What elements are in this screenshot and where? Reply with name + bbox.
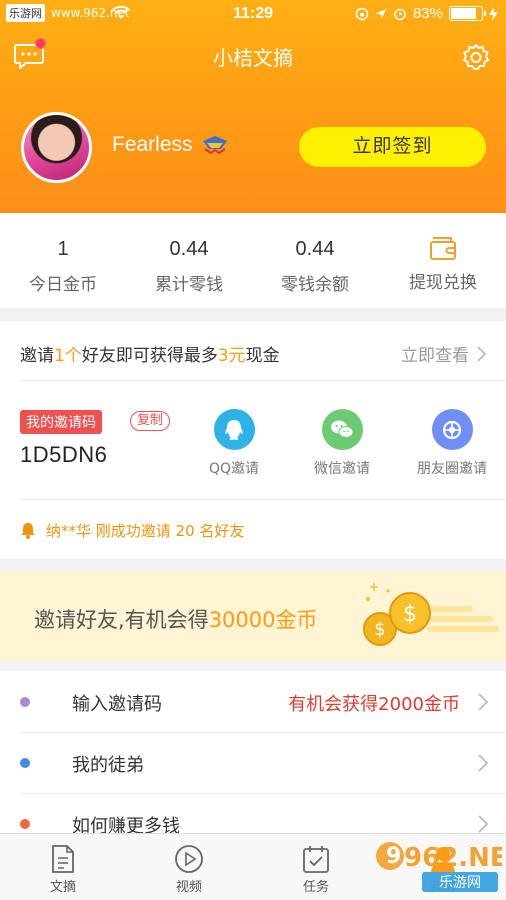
status-right: 83% (355, 5, 498, 22)
headline-count: 1个 (54, 346, 82, 366)
stat-withdraw[interactable]: 提现兑换 (380, 213, 506, 293)
article-icon (52, 845, 74, 873)
stat-label: 今日金币 (29, 275, 97, 295)
charging-icon (489, 6, 498, 21)
tab-video[interactable]: 视频 (126, 834, 252, 895)
stat-balance[interactable]: 0.44 零钱余额 (252, 213, 378, 295)
stats-panel: 1 今日金币 0.44 累计零钱 0.44 零钱余额 提现兑换 (0, 213, 506, 308)
stat-total-change[interactable]: 0.44 累计零钱 (126, 213, 252, 295)
share-qq-button[interactable]: QQ邀请 (184, 409, 284, 478)
share-wechat-button[interactable]: 微信邀请 (292, 409, 392, 478)
gear-icon[interactable] (462, 43, 490, 71)
stat-value: 1 (57, 238, 69, 260)
banner-text-highlight: 30000金币 (208, 608, 318, 632)
app-screen: 乐游网 www.962.net 11:29 83% 小桔文摘 Fearless … (0, 0, 506, 900)
stat-label: 累计零钱 (155, 275, 223, 295)
tab-label: 文摘 (49, 880, 76, 895)
menu-promo: 有机会获得2000金币 (288, 694, 460, 715)
copy-button[interactable]: 复制 (130, 411, 171, 431)
menu-label: 我的徒弟 (72, 755, 144, 776)
task-icon (303, 846, 329, 873)
stat-today-coins[interactable]: 1 今日金币 (0, 213, 126, 295)
profile-header: 乐游网 www.962.net 11:29 83% 小桔文摘 Fearless … (0, 0, 506, 213)
chevron-right-icon (478, 754, 488, 772)
tab-tasks[interactable]: 任务 (253, 834, 379, 895)
qq-icon (213, 409, 255, 450)
view-now-link[interactable]: 立即查看 (401, 341, 486, 366)
watermark-text: 962.NET (404, 843, 502, 873)
alarm-icon (394, 8, 406, 20)
wechat-icon (321, 409, 363, 450)
site-watermark-logo: 9 962.NET 乐游网 (376, 842, 502, 892)
invite-code-tag: 我的邀请码 (20, 410, 102, 434)
stat-value: 0.44 (169, 238, 209, 260)
chevron-right-icon (477, 345, 486, 362)
rotation-lock-icon (355, 7, 369, 20)
menu-dot (20, 697, 30, 707)
menu-item-enter-code[interactable]: 输入邀请码 有机会获得2000金币 (0, 671, 506, 732)
divider (20, 380, 506, 381)
banner-text-main: 邀请好友,有机会得 (34, 608, 209, 632)
invite-headline: 邀请1个好友即可获得最多3元现金 (20, 341, 280, 366)
tab-label: 任务 (302, 880, 329, 895)
menu-dot (20, 819, 30, 829)
stat-label: 零钱余额 (281, 275, 349, 295)
avatar[interactable] (21, 112, 92, 183)
headline-text: 好友即可获得最多 (81, 346, 218, 366)
menu-item-apprentices[interactable]: 我的徒弟 (0, 732, 506, 793)
headline-amount: 3元 (217, 346, 246, 366)
share-label: QQ邀请 (208, 461, 260, 477)
menu-dot (20, 758, 30, 768)
wallet-icon (430, 237, 456, 260)
video-icon (175, 845, 203, 873)
svg-text:9: 9 (386, 844, 401, 869)
bell-icon (21, 523, 35, 539)
banner-text: 邀请好友,有机会得30000金币 (34, 604, 318, 634)
tab-articles[interactable]: 文摘 (0, 834, 126, 895)
signin-button[interactable]: 立即签到 (299, 127, 486, 167)
chevron-right-icon (478, 693, 488, 711)
menu-label: 输入邀请码 (72, 694, 162, 715)
invite-code: 1D5DN6 (20, 442, 108, 467)
invite-notice: 纳**华 刚成功邀请 20 名好友 (20, 520, 244, 541)
username: Fearless (112, 133, 193, 156)
svg-text:$: $ (403, 602, 417, 627)
notice-text: 纳**华 刚成功邀请 20 名好友 (46, 522, 245, 540)
location-icon (375, 8, 386, 19)
stat-label: 提现兑换 (409, 273, 477, 293)
battery-icon (449, 6, 486, 21)
invite-card: 邀请1个好友即可获得最多3元现金 立即查看 我的邀请码 复制 1D5DN6 QQ… (0, 321, 506, 559)
share-label: 微信邀请 (314, 461, 370, 477)
share-moments-button[interactable]: 朋友圈邀请 (402, 409, 502, 478)
divider (20, 499, 506, 500)
view-now-label: 立即查看 (401, 346, 469, 366)
battery-percent: 83% (412, 5, 443, 22)
level-badge-icon (203, 136, 227, 155)
menu-list: 输入邀请码 有机会获得2000金币 我的徒弟 如何赚更多钱 (0, 671, 506, 841)
coins-icon: $ $ (363, 583, 499, 646)
tab-label: 视频 (175, 880, 202, 895)
svg-text:$: $ (374, 619, 385, 640)
status-bar: 乐游网 www.962.net 11:29 83% (0, 0, 506, 30)
invite-banner[interactable]: 邀请好友,有机会得30000金币 $ $ (0, 571, 506, 661)
watermark-subtext: 乐游网 (439, 875, 481, 891)
share-label: 朋友圈邀请 (417, 461, 487, 477)
stat-value: 0.44 (295, 238, 335, 260)
moments-icon (431, 409, 473, 450)
headline-text: 邀请 (20, 346, 54, 366)
page-title: 小桔文摘 (213, 46, 293, 70)
headline-text: 现金 (245, 346, 280, 366)
